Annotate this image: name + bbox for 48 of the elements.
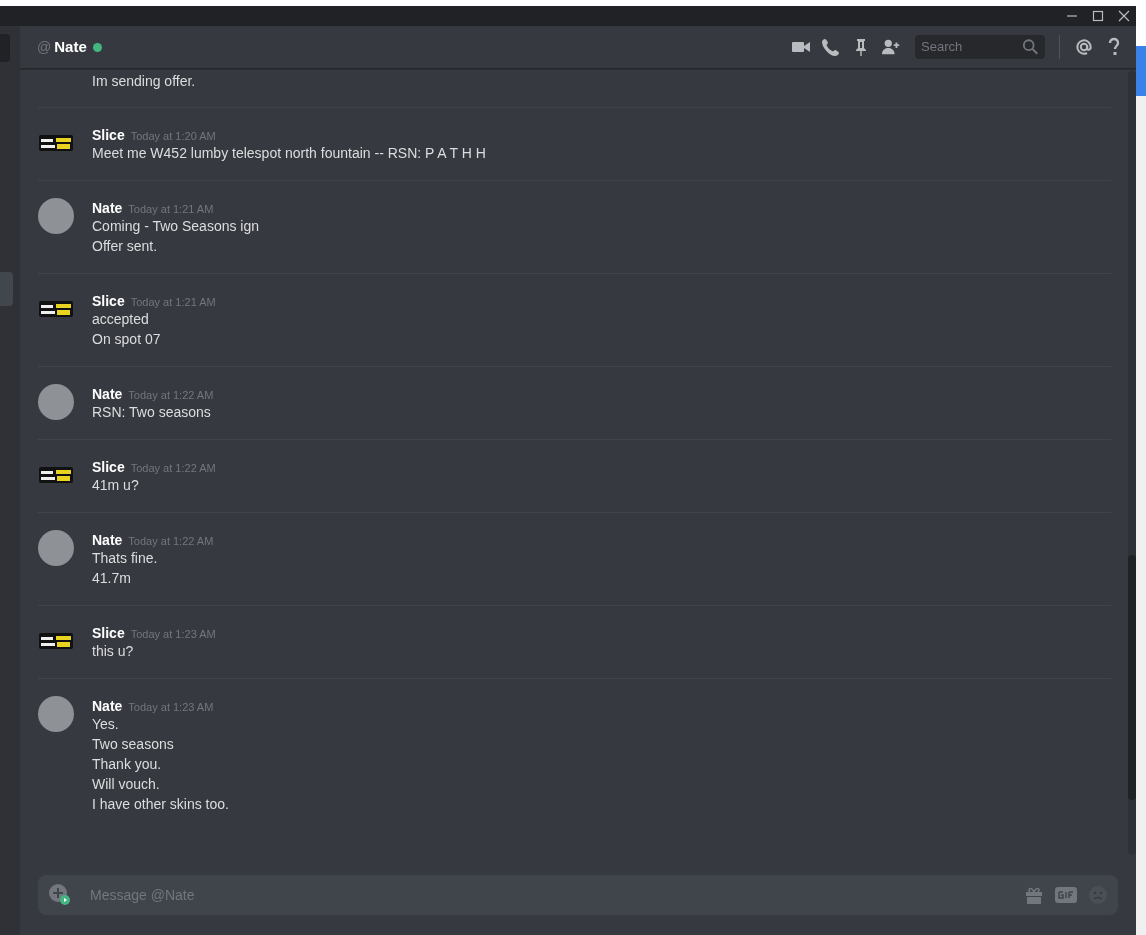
timestamp: Today at 1:20 AM [130, 129, 216, 144]
add-friend-icon[interactable] [881, 37, 901, 57]
author-name[interactable]: Nate [92, 530, 123, 551]
avatar-circle [38, 530, 74, 566]
message-text: On spot 07 [92, 330, 162, 349]
message-text: Two seasons [92, 735, 175, 754]
maximize-icon[interactable] [1092, 10, 1104, 22]
message-text: this u? [92, 642, 135, 661]
avatar-circle [38, 696, 74, 732]
timestamp: Today at 1:22 AM [128, 534, 214, 549]
author-name[interactable]: Nate [92, 384, 123, 405]
at-sign: @ [37, 37, 52, 57]
close-icon[interactable] [1118, 10, 1130, 22]
author-name[interactable]: Slice [92, 623, 125, 644]
mention-icon[interactable] [1074, 37, 1094, 57]
avatar-circle [38, 384, 74, 420]
timestamp: Today at 1:23 AM [128, 700, 214, 715]
search-bar[interactable]: Search [915, 35, 1045, 59]
author-name[interactable]: Slice [92, 291, 125, 312]
message-text: Meet me W452 lumby telespot north fountain -- RSN: P A T H H [92, 144, 486, 163]
message-text: 41.7m [92, 569, 132, 588]
upload-plus-icon[interactable] [48, 883, 72, 907]
avatar-circle [38, 198, 74, 234]
author-name[interactable]: Slice [92, 125, 125, 146]
author-name[interactable]: Nate [92, 696, 123, 717]
message-text: Thats fine. [92, 549, 159, 568]
message-text: Im sending offer. [92, 72, 196, 91]
message-text: Yes. [92, 715, 120, 734]
message-text: Will vouch. [92, 775, 161, 794]
channel-name: Nate [54, 36, 87, 57]
message-text: I have other skins too. [92, 795, 229, 814]
message-text: RSN: Two seasons [92, 403, 212, 422]
author-name[interactable]: Slice [92, 457, 125, 478]
message-text: Coming - Two Seasons ign [92, 217, 260, 236]
message-text: 41m u? [92, 476, 140, 495]
timestamp: Today at 1:21 AM [130, 295, 216, 310]
timestamp: Today at 1:21 AM [128, 202, 214, 217]
timestamp: Today at 1:23 AM [130, 627, 216, 642]
timestamp: Today at 1:22 AM [130, 461, 216, 476]
message-text: Offer sent. [92, 237, 159, 256]
timestamp: Today at 1:22 AM [128, 388, 214, 403]
phone-icon[interactable] [821, 37, 841, 57]
search-field[interactable]: Search [921, 37, 1022, 57]
scrollbar[interactable] [1128, 71, 1136, 855]
search-icon [1021, 37, 1039, 57]
message-text: Thank you. [92, 755, 163, 774]
message-text: accepted [92, 310, 150, 329]
author-name[interactable]: Nate [92, 198, 123, 219]
